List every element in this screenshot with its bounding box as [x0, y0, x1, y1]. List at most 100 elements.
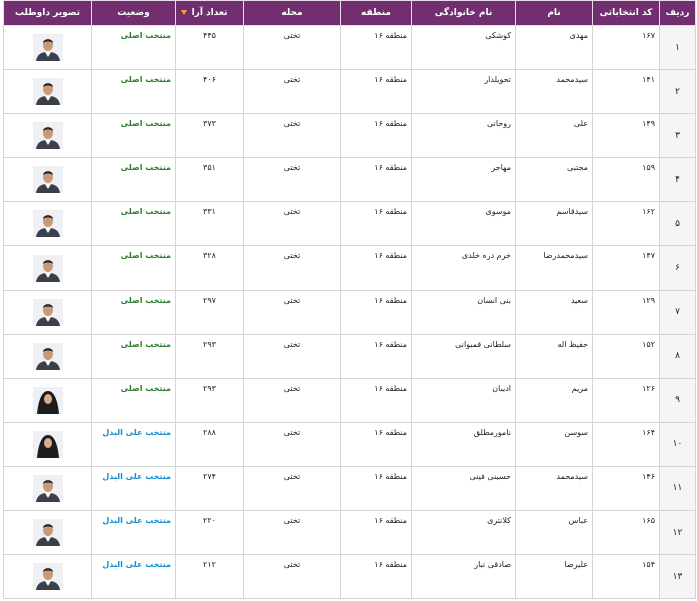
candidate-last-name-cell: حسینی فینی: [411, 465, 516, 512]
candidate-photo-cell-cell: [3, 113, 92, 159]
candidate-votes-cell: ۴۰۶: [175, 69, 244, 115]
candidate-photo-cell-cell: [3, 554, 92, 600]
candidate-last-name: خرم دره خلدی: [461, 251, 511, 261]
header-code[interactable]: کد انتخاباتی: [592, 0, 660, 26]
candidate-votes: ۳۷۳: [203, 119, 216, 129]
candidate-code-cell: ۱۵۲: [592, 333, 660, 379]
candidate-votes: ۳۲۸: [203, 251, 216, 261]
candidate-region: منطقه ۱۶: [374, 427, 407, 437]
sort-desc-icon: [181, 10, 187, 15]
table-row[interactable]: ۱۱ ۱۴۶ سیدمحمد حسینی فینی منطقه ۱۶ تختی ۲۷۴ منت…: [3, 465, 696, 512]
candidate-first-name-cell: عباس: [515, 510, 593, 556]
candidate-status-cell: منتخب اصلی: [91, 69, 176, 115]
table-row[interactable]: ۶ ۱۴۷ سیدمحمدرضا خرم دره خلدی منطقه ۱۶ تختی ۳۲…: [3, 245, 696, 291]
candidate-status-cell: منتخب علی البدل: [91, 465, 176, 512]
header-votes[interactable]: تعداد آرا: [175, 0, 244, 26]
row-index: ۲: [675, 86, 680, 97]
candidate-code: ۱۵۲: [642, 339, 655, 349]
candidate-neighborhood: تختی: [283, 163, 301, 173]
table-row[interactable]: ۱ ۱۶۷ مهدی کوشکی منطقه ۱۶ تختی ۴۴۵ منتخب اصلی: [3, 24, 696, 71]
header-region[interactable]: منطقه: [340, 0, 412, 26]
table-row[interactable]: ۹ ۱۲۶ مریم ادیبان منطقه ۱۶ تختی ۲۹۳ منتخب اصلی: [3, 377, 696, 423]
candidate-region: منطقه ۱۶: [374, 75, 407, 85]
candidate-first-name: سیدمحمد: [556, 75, 588, 85]
header-name[interactable]: نام: [515, 0, 593, 26]
row-index: ۴: [675, 174, 680, 185]
candidate-status: منتخب علی البدل: [102, 427, 171, 437]
candidate-status: منتخب اصلی: [120, 383, 171, 393]
candidate-votes-cell: ۲۱۲: [175, 554, 244, 600]
candidate-last-name: بنی انسان: [477, 295, 511, 305]
male-portrait-icon[interactable]: [32, 166, 63, 194]
candidate-first-name-cell: سعید: [515, 289, 593, 335]
candidate-last-name: کوشکی: [485, 31, 511, 40]
candidate-neighborhood-cell: تختی: [243, 289, 341, 335]
candidate-first-name: سیدقاسم: [556, 207, 588, 217]
male-portrait-icon[interactable]: [32, 254, 63, 282]
candidate-neighborhood-cell: تختی: [243, 377, 341, 423]
candidate-photo-cell-cell: [3, 245, 92, 291]
candidate-votes: ۲۲۰: [203, 516, 216, 526]
candidate-neighborhood: تختی: [283, 427, 301, 437]
table-row[interactable]: ۷ ۱۲۹ سعید بنی انسان منطقه ۱۶ تختی ۲۹۷ منتخب اص…: [3, 289, 696, 335]
candidate-region-cell: منطقه ۱۶: [340, 201, 412, 247]
candidate-first-name: سعید: [570, 295, 588, 305]
results-page: ردیف کد انتخاباتی نام نام خانوادگی منطقه…: [0, 0, 697, 601]
candidate-photo-cell-cell: [3, 201, 92, 247]
header-idx[interactable]: ردیف: [659, 0, 696, 26]
candidate-region-cell: منطقه ۱۶: [340, 289, 412, 335]
candidate-last-name-cell: ادیبان: [411, 377, 516, 423]
table-body: ۱ ۱۶۷ مهدی کوشکی منطقه ۱۶ تختی ۴۴۵ منتخب اصلی ۲ ۱…: [3, 24, 696, 600]
table-row[interactable]: ۱۲ ۱۶۵ عباس کلانتری منطقه ۱۶ تختی ۲۲۰ منتخب علی…: [3, 510, 696, 556]
male-portrait-icon[interactable]: [32, 342, 63, 370]
header-photo[interactable]: تصویر داوطلب: [3, 0, 92, 26]
table-row[interactable]: ۴ ۱۵۹ مجتبی مهاجر منطقه ۱۶ تختی ۳۵۱ منتخب اصلی: [3, 157, 696, 203]
row-index-cell: ۳: [659, 113, 696, 159]
candidate-votes-cell: ۲۹۷: [175, 289, 244, 335]
candidate-code-cell: ۱۵۴: [592, 554, 660, 600]
header-status[interactable]: وضعیت: [91, 0, 176, 26]
candidate-last-name: نامورمطلق: [473, 427, 511, 437]
table-row[interactable]: ۱۰ ۱۶۴ سوسن نامورمطلق منطقه ۱۶ تختی ۲۸۸ منتخب ع…: [3, 421, 696, 467]
candidate-status-cell: منتخب اصلی: [91, 333, 176, 379]
row-index: ۱۳: [672, 571, 683, 582]
candidate-code: ۱۶۵: [642, 516, 655, 526]
candidate-code: ۱۶۲: [642, 207, 655, 217]
candidate-last-name-cell: بنی انسان: [411, 289, 516, 335]
candidate-last-name: موسوی: [485, 207, 511, 217]
candidate-neighborhood: تختی: [283, 295, 301, 305]
male-portrait-icon[interactable]: [32, 474, 63, 502]
candidate-votes: ۲۹۷: [203, 295, 216, 305]
table-row[interactable]: ۳ ۱۴۹ علی روحانی منطقه ۱۶ تختی ۳۷۳ منتخب اصلی: [3, 113, 696, 159]
male-portrait-icon[interactable]: [32, 563, 63, 591]
table-row[interactable]: ۸ ۱۵۲ حفیظ اله سلطانی قمبوانی منطقه ۱۶ تختی ۲۹…: [3, 333, 696, 379]
male-portrait-icon[interactable]: [32, 519, 63, 547]
header-family[interactable]: نام خانوادگی: [411, 0, 516, 26]
table-row[interactable]: ۵ ۱۶۲ سیدقاسم موسوی منطقه ۱۶ تختی ۳۳۱ منتخب اصل…: [3, 201, 696, 247]
table-row[interactable]: ۱۳ ۱۵۴ علیرضا صادقی تبار منطقه ۱۶ تختی ۲۱۲ منتخ…: [3, 554, 696, 600]
table-row[interactable]: ۲ ۱۴۱ سیدمحمد تحویلدار منطقه ۱۶ تختی ۴۰۶ منتخب …: [3, 69, 696, 115]
female-portrait-icon[interactable]: [32, 430, 63, 458]
candidate-votes: ۲۷۴: [203, 471, 216, 481]
male-portrait-icon[interactable]: [32, 122, 63, 150]
male-portrait-icon[interactable]: [32, 210, 63, 238]
candidate-region-cell: منطقه ۱۶: [340, 245, 412, 291]
candidate-photo-cell-cell: [3, 157, 92, 203]
candidate-code-cell: ۱۴۹: [592, 113, 660, 159]
male-portrait-icon[interactable]: [32, 298, 63, 326]
row-index-cell: ۱۰: [659, 421, 696, 467]
candidate-region-cell: منطقه ۱۶: [340, 377, 412, 423]
female-portrait-icon[interactable]: [32, 386, 63, 414]
candidate-status: منتخب اصلی: [120, 295, 171, 305]
candidate-last-name-cell: تحویلدار: [411, 69, 516, 115]
male-portrait-icon[interactable]: [32, 34, 63, 62]
male-portrait-icon[interactable]: [32, 78, 63, 106]
row-index-cell: ۶: [659, 245, 696, 291]
candidate-neighborhood-cell: تختی: [243, 333, 341, 379]
candidate-status-cell: منتخب اصلی: [91, 113, 176, 159]
candidate-last-name: ادیبان: [492, 383, 511, 393]
candidate-last-name: مهاجر: [491, 163, 511, 173]
header-place[interactable]: محله: [243, 0, 341, 26]
candidate-region-cell: منطقه ۱۶: [340, 554, 412, 600]
candidate-code: ۱۶۴: [642, 427, 655, 437]
